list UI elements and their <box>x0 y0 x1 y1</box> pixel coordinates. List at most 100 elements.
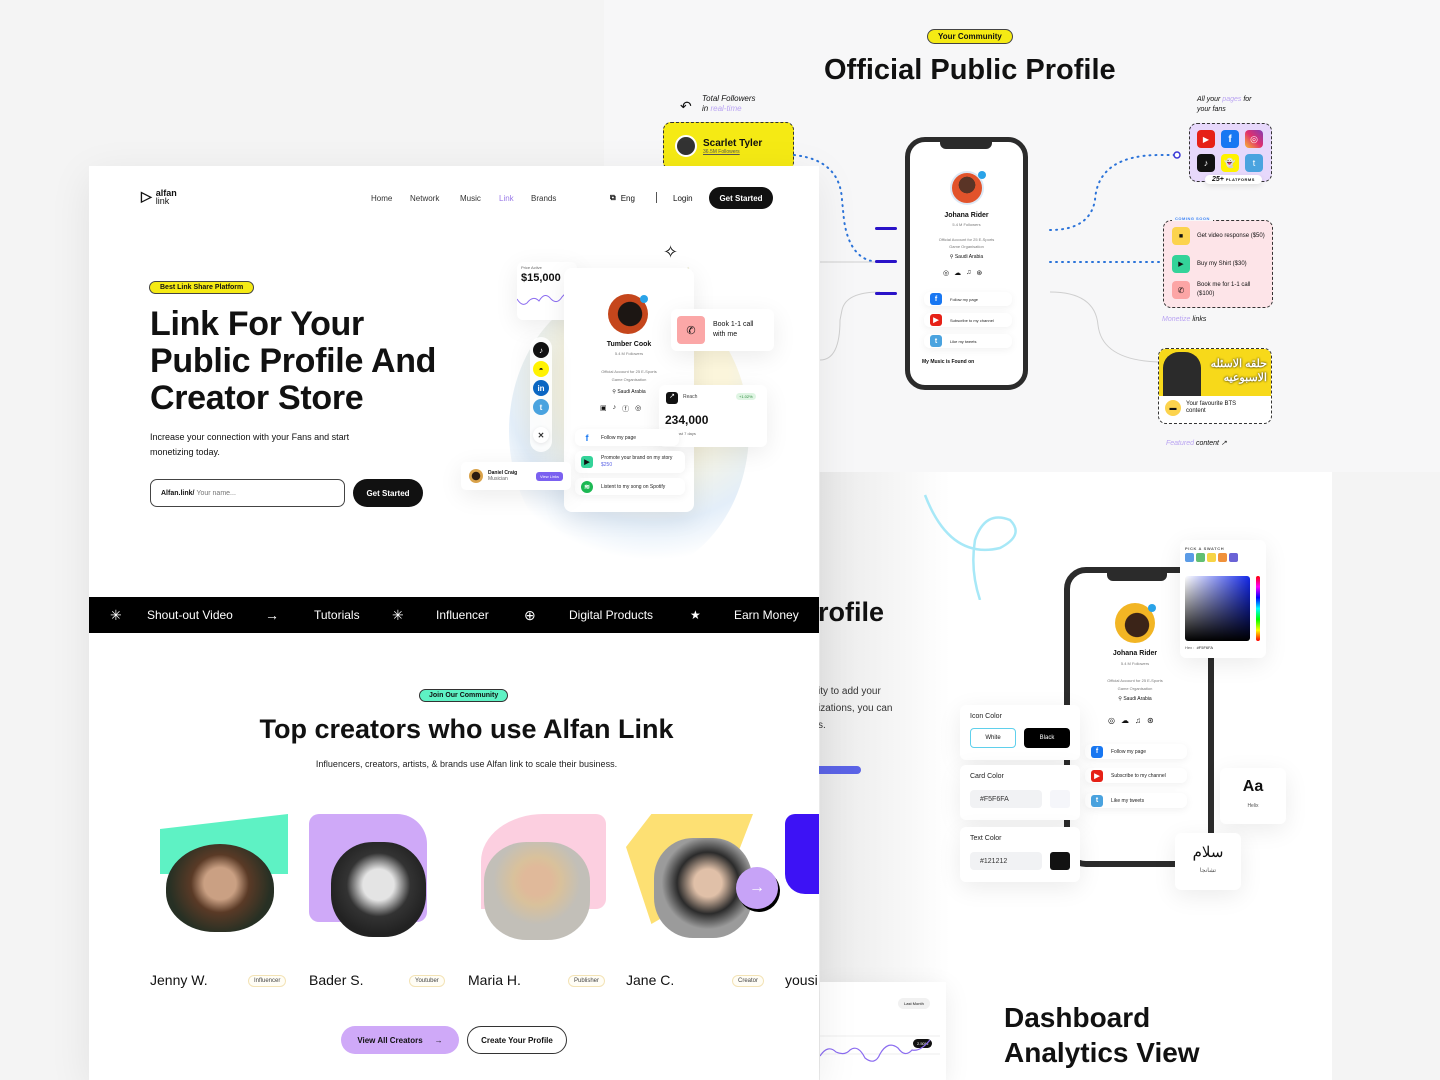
color-gradient-area[interactable] <box>1185 576 1250 641</box>
card-color-swatch[interactable] <box>1050 790 1070 808</box>
snapchat-icon[interactable]: 👻 <box>1221 154 1239 172</box>
twitter-icon[interactable]: t <box>1245 154 1263 172</box>
instagram-icon[interactable]: ◎ <box>635 404 641 414</box>
twitter-icon: t <box>930 335 942 347</box>
creator-name: Maria H. <box>468 972 521 988</box>
language-label: Eng <box>620 193 635 203</box>
text-color-input[interactable]: #121212 <box>970 852 1042 870</box>
icon-color-white-button[interactable]: White <box>970 728 1016 748</box>
linkedin-icon[interactable]: in <box>533 380 549 396</box>
social-stack: ♪ ◓ in t ✕ <box>530 337 552 452</box>
monetize-item[interactable]: ■ Get video response ($50) <box>1172 227 1269 245</box>
soundcloud-icon[interactable]: ☁ <box>954 269 961 277</box>
tiktok-icon[interactable]: ♪ <box>1197 154 1215 172</box>
hero-get-started-button[interactable]: Get Started <box>353 479 423 507</box>
youtube-icon[interactable]: ▶ <box>1197 130 1215 148</box>
language-selector[interactable]: ⧉ Eng <box>610 193 635 203</box>
creator-tag: Publisher <box>568 975 606 987</box>
text-color-label: Text Color <box>970 835 1002 842</box>
marquee-item[interactable]: Shout-out Video <box>147 608 233 622</box>
dribbble-icon[interactable]: ◎ <box>943 269 949 277</box>
mockup-link-row[interactable]: f Follow my page <box>575 429 679 446</box>
creator-name: yousi <box>785 972 818 988</box>
hex-value: #F5F6FA <box>1196 645 1214 650</box>
music-icon[interactable]: ♫ <box>1135 716 1141 725</box>
font-card-arabic[interactable]: سلام تشانجا <box>1175 833 1241 890</box>
nav-home[interactable]: Home <box>371 194 392 203</box>
connector-node <box>1173 151 1181 159</box>
phone-desc-1: Official Account for 25 E-Sports <box>938 237 995 242</box>
featured-person-image <box>1163 352 1201 396</box>
color-swatch[interactable] <box>1207 553 1216 562</box>
phone-link-row[interactable]: t Like my tweets <box>924 334 1012 348</box>
next-creator-button[interactable]: → <box>736 867 778 909</box>
font-card-helix[interactable]: Aa Helix <box>1220 768 1286 824</box>
creator-card-jane[interactable]: → <box>626 814 778 939</box>
view-all-label: View All Creators <box>357 1035 423 1045</box>
header-divider <box>656 192 657 203</box>
dashboard-title-line: Dashboard <box>1004 1002 1151 1033</box>
create-profile-button[interactable]: Create Your Profile <box>467 1026 567 1054</box>
globe-icon[interactable]: ⊛ <box>1147 716 1154 725</box>
login-link[interactable]: Login <box>673 194 693 203</box>
creator-card-maria[interactable] <box>469 814 609 940</box>
period-dropdown[interactable]: Last Month <box>898 998 930 1009</box>
snapchat-icon[interactable]: ◓ <box>533 361 549 377</box>
phone-link-row[interactable]: f Follow my page <box>924 292 1012 306</box>
tiktok-icon[interactable]: ♪ <box>533 342 549 358</box>
username-input[interactable] <box>196 489 337 497</box>
soundcloud-icon[interactable]: ☁ <box>1121 716 1129 725</box>
phone-social-icons: ◎ ☁ ♫ ⊛ <box>943 269 982 277</box>
marquee-item[interactable]: Digital Products <box>569 608 653 622</box>
view-links-button[interactable]: View Links <box>536 471 564 481</box>
hero-subtitle-line: Increase your connection with your Fans … <box>150 432 350 442</box>
color-swatch[interactable] <box>1218 553 1227 562</box>
nav-music[interactable]: Music <box>460 194 481 203</box>
monetize-item[interactable]: ✆ Book me for 1-1 call ($100) <box>1172 281 1269 299</box>
nav-brands[interactable]: Brands <box>531 194 556 203</box>
creator-card-yousi[interactable] <box>785 814 819 939</box>
mockup-link-row[interactable]: ▶ Promote your brand on my story $250 <box>575 451 685 473</box>
marquee-item[interactable]: Tutorials <box>314 608 360 622</box>
tiktok-icon[interactable]: ♪ <box>613 404 617 414</box>
close-icon[interactable]: ✕ <box>533 427 549 443</box>
marquee-item[interactable]: Influencer <box>436 608 489 622</box>
instagram-icon[interactable]: ◎ <box>1245 130 1263 148</box>
username-field[interactable]: Alfan.link/ <box>150 479 345 507</box>
nav-link[interactable]: Link <box>499 194 514 203</box>
mockup-link-label: Promote your brand on my story <box>601 455 673 461</box>
monetize-item[interactable]: ▶ Buy my Shirt ($30) <box>1172 255 1269 273</box>
customize-text-line: ity to add your <box>818 686 881 697</box>
nav-network[interactable]: Network <box>410 194 439 203</box>
view-all-creators-button[interactable]: View All Creators → <box>341 1026 459 1054</box>
creator-card-jenny[interactable] <box>150 814 290 939</box>
swatch-picker: PICK A SWATCH Hex : #F5F6FA <box>1180 540 1266 658</box>
card-color-input[interactable]: #F5F6FA <box>970 790 1042 808</box>
book-call-card[interactable]: ✆ Book 1-1 call with me <box>671 309 774 351</box>
color-swatch[interactable] <box>1185 553 1194 562</box>
dribbble-icon[interactable]: ◎ <box>1108 716 1115 725</box>
hue-slider[interactable] <box>1256 576 1260 641</box>
customize-link-row[interactable]: f Follow my page <box>1085 744 1187 759</box>
dashboard-title-line: Analytics View <box>1004 1037 1200 1068</box>
facebook-icon[interactable]: ⓕ <box>622 404 629 414</box>
color-swatch[interactable] <box>1196 553 1205 562</box>
phone-link-row[interactable]: ▶ Subscribe to my channel <box>924 313 1012 327</box>
facebook-icon[interactable]: f <box>1221 130 1239 148</box>
customize-link-row[interactable]: ▶ Subscribe to my channel <box>1085 768 1187 783</box>
globe-icon[interactable]: ⊛ <box>976 269 982 277</box>
logo-line2: link <box>155 195 170 206</box>
header-get-started-button[interactable]: Get Started <box>709 187 773 209</box>
featured-card[interactable]: حلقه الاسئله الاسبوعيه ▬ Your favourite … <box>1158 348 1272 424</box>
creator-card-bader[interactable] <box>309 814 449 939</box>
text-color-swatch[interactable] <box>1050 852 1070 870</box>
marquee-item[interactable]: Earn Money <box>734 608 799 622</box>
music-icon[interactable]: ♫ <box>966 269 971 277</box>
mockup-link-row[interactable]: ≋ Listent to my song on Spotify <box>575 478 685 495</box>
customize-link-row[interactable]: t Like my tweets <box>1085 793 1187 808</box>
icon-color-black-button[interactable]: Black <box>1024 728 1070 748</box>
youtube-icon[interactable]: ▣ <box>600 404 607 414</box>
twitter-icon[interactable]: t <box>533 399 549 415</box>
color-swatch[interactable] <box>1229 553 1238 562</box>
logo[interactable]: ▷ alfan link <box>141 188 177 205</box>
